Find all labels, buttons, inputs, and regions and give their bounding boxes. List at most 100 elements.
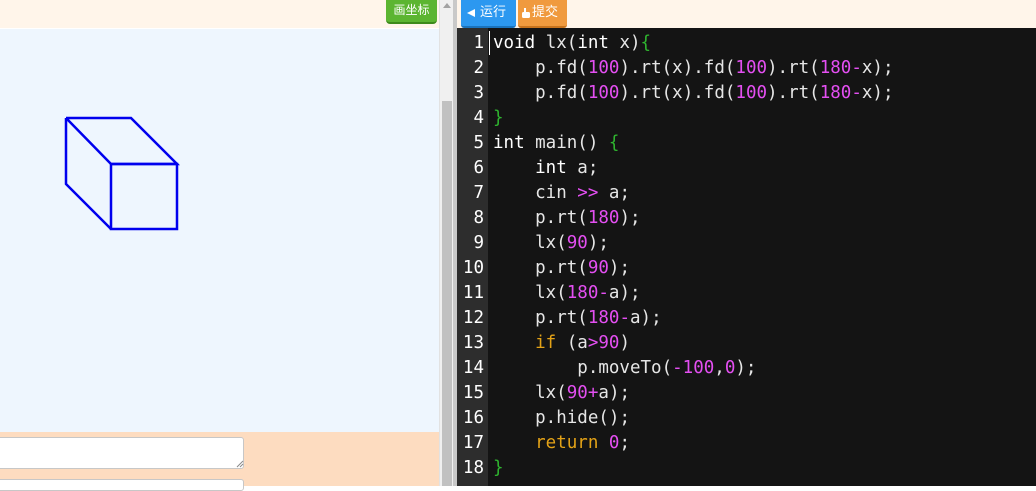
code-token: ; bbox=[619, 183, 630, 203]
code-token: > bbox=[587, 333, 599, 353]
code-token: 90 bbox=[566, 233, 588, 253]
program-output-field[interactable] bbox=[0, 479, 244, 491]
code-token: rt bbox=[640, 83, 662, 103]
line-number: 15 bbox=[462, 383, 484, 403]
code-token: rt bbox=[640, 58, 662, 78]
program-input-field[interactable] bbox=[0, 437, 244, 469]
code-text: p.hide(); bbox=[493, 406, 630, 431]
code-token: ); bbox=[608, 258, 630, 278]
code-text: p.rt(180-a); bbox=[493, 306, 661, 331]
line-number: 6 bbox=[473, 158, 484, 178]
code-token: rt bbox=[556, 258, 578, 278]
code-token: p. bbox=[493, 408, 557, 428]
run-button-label: 运行 bbox=[480, 5, 507, 20]
code-text: lx(180-a); bbox=[493, 281, 641, 306]
code-text: p.moveTo(-100,0); bbox=[493, 356, 756, 381]
code-editor[interactable]: 1 void lx(int x){2 p.fd(100).rt(x).fd(100… bbox=[457, 28, 1036, 486]
code-token: fd bbox=[556, 83, 578, 103]
code-token: fd bbox=[703, 83, 725, 103]
code-token: - bbox=[598, 283, 609, 303]
code-token: p. bbox=[493, 358, 599, 378]
code-text: return 0; bbox=[493, 431, 630, 456]
code-token: x bbox=[861, 58, 873, 78]
code-token: x bbox=[608, 33, 630, 53]
code-token: hide bbox=[556, 408, 599, 428]
cube-front-face bbox=[109, 162, 179, 231]
code-token: ( bbox=[809, 83, 820, 103]
code-token: int bbox=[493, 158, 567, 178]
code-token: a bbox=[577, 333, 588, 353]
line-number: 17 bbox=[462, 433, 484, 453]
line-number: 11 bbox=[462, 283, 484, 303]
submit-button-label: 提交 bbox=[532, 5, 559, 20]
code-token: ); bbox=[735, 358, 757, 378]
code-token: void bbox=[493, 33, 536, 53]
code-token: ( bbox=[577, 208, 588, 228]
code-token: lx bbox=[535, 33, 567, 53]
code-token: p. bbox=[493, 258, 557, 278]
code-token: a bbox=[630, 308, 641, 328]
code-token: ( bbox=[724, 58, 736, 78]
code-token: ( bbox=[661, 358, 673, 378]
code-token: 180 bbox=[566, 283, 599, 303]
code-token: ( bbox=[577, 258, 588, 278]
line-number: 18 bbox=[462, 458, 484, 478]
draw-axes-button[interactable]: 画坐标 bbox=[386, 0, 437, 24]
code-token: - bbox=[619, 308, 630, 328]
code-token: fd bbox=[556, 58, 578, 78]
code-token: ) bbox=[619, 333, 631, 353]
code-token: () bbox=[577, 133, 609, 153]
code-token: int bbox=[493, 133, 525, 153]
turtle-output-pane: 画坐标 bbox=[0, 0, 439, 491]
code-token: ). bbox=[682, 58, 704, 78]
code-text: p.fd(100).rt(x).fd(100).rt(180-x); bbox=[493, 81, 893, 106]
code-token: ( bbox=[577, 58, 588, 78]
code-text: if (a>90) bbox=[493, 331, 630, 356]
submit-button[interactable]: 提交 bbox=[518, 0, 567, 28]
code-token: a bbox=[598, 383, 609, 403]
code-token: 180 bbox=[587, 308, 620, 328]
code-token: p. bbox=[493, 58, 557, 78]
line-number: 10 bbox=[462, 258, 484, 278]
code-token: - bbox=[851, 83, 862, 103]
code-token: ); bbox=[619, 283, 641, 303]
code-token: moveTo bbox=[598, 358, 662, 378]
code-token: lx bbox=[493, 383, 557, 403]
resize-grip-icon[interactable] bbox=[236, 460, 244, 468]
code-token: + bbox=[587, 383, 599, 403]
chevron-up-icon[interactable] bbox=[443, 3, 451, 8]
code-token: ( bbox=[566, 33, 578, 53]
text-cursor bbox=[489, 31, 490, 55]
turtle-drawing bbox=[64, 116, 181, 231]
code-text: p.rt(180); bbox=[493, 206, 641, 231]
code-token: >> bbox=[577, 183, 599, 203]
code-token: 90 bbox=[598, 333, 620, 353]
code-token: - bbox=[672, 358, 683, 378]
code-token: ). bbox=[767, 58, 789, 78]
code-token: rt bbox=[788, 58, 810, 78]
left-pane-scrollbar[interactable] bbox=[439, 0, 453, 486]
code-token: ); bbox=[619, 208, 641, 228]
run-button[interactable]: 运行 bbox=[461, 0, 516, 28]
drawing-canvas[interactable] bbox=[0, 29, 439, 432]
code-token: 90 bbox=[566, 383, 588, 403]
code-text: p.rt(90); bbox=[493, 256, 630, 281]
code-token: x bbox=[672, 58, 683, 78]
code-token: 180 bbox=[587, 208, 620, 228]
cube-left-face bbox=[64, 118, 112, 230]
code-token: { bbox=[608, 133, 620, 153]
io-panel bbox=[0, 432, 439, 491]
code-token: ) bbox=[630, 33, 641, 53]
code-token: ); bbox=[872, 58, 894, 78]
code-token: cin bbox=[493, 183, 578, 203]
code-token: rt bbox=[788, 83, 810, 103]
code-token: int bbox=[577, 33, 609, 53]
code-token: ( bbox=[661, 83, 673, 103]
code-token: 100 bbox=[587, 83, 620, 103]
code-token: rt bbox=[556, 208, 578, 228]
scrollbar-thumb[interactable] bbox=[442, 101, 452, 486]
code-token: } bbox=[493, 108, 504, 128]
code-token: main bbox=[524, 133, 578, 153]
code-token: ). bbox=[767, 83, 789, 103]
code-token: ( bbox=[809, 58, 820, 78]
